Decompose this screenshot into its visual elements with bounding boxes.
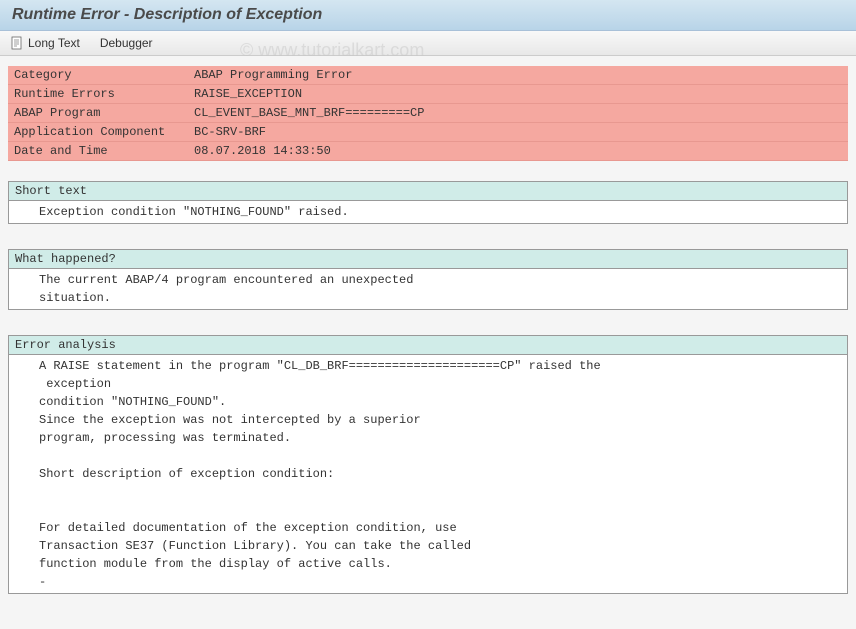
section-header: Short text	[9, 182, 847, 201]
section: What happened?The current ABAP/4 program…	[8, 249, 848, 310]
error-info-row: CategoryABAP Programming Error	[8, 66, 848, 85]
long-text-label: Long Text	[28, 36, 80, 50]
error-info-label: Date and Time	[8, 142, 188, 161]
error-info-row: Runtime ErrorsRAISE_EXCEPTION	[8, 85, 848, 104]
error-info-label: Runtime Errors	[8, 85, 188, 104]
error-info-value: BC-SRV-BRF	[188, 123, 848, 142]
section-body: A RAISE statement in the program "CL_DB_…	[9, 355, 847, 593]
content-area: CategoryABAP Programming ErrorRuntime Er…	[0, 56, 856, 629]
section-body: The current ABAP/4 program encountered a…	[9, 269, 847, 309]
page-title: Runtime Error - Description of Exception	[12, 6, 844, 24]
title-bar: Runtime Error - Description of Exception	[0, 0, 856, 31]
toolbar: Long Text Debugger	[0, 31, 856, 56]
section: Short textException condition "NOTHING_F…	[8, 181, 848, 224]
error-info-value: RAISE_EXCEPTION	[188, 85, 848, 104]
error-info-label: Application Component	[8, 123, 188, 142]
debugger-button[interactable]: Debugger	[100, 36, 153, 50]
error-info-label: ABAP Program	[8, 104, 188, 123]
error-info-value: ABAP Programming Error	[188, 66, 848, 85]
long-text-button[interactable]: Long Text	[10, 36, 80, 50]
error-info-label: Category	[8, 66, 188, 85]
error-info-value: CL_EVENT_BASE_MNT_BRF=========CP	[188, 104, 848, 123]
section-header: Error analysis	[9, 336, 847, 355]
error-info-table: CategoryABAP Programming ErrorRuntime Er…	[8, 66, 848, 161]
error-info-row: Date and Time08.07.2018 14:33:50	[8, 142, 848, 161]
error-info-row: ABAP ProgramCL_EVENT_BASE_MNT_BRF=======…	[8, 104, 848, 123]
debugger-label: Debugger	[100, 36, 153, 50]
section-header: What happened?	[9, 250, 847, 269]
error-info-value: 08.07.2018 14:33:50	[188, 142, 848, 161]
document-icon	[10, 36, 24, 50]
error-info-row: Application ComponentBC-SRV-BRF	[8, 123, 848, 142]
section-body: Exception condition "NOTHING_FOUND" rais…	[9, 201, 847, 223]
section: Error analysisA RAISE statement in the p…	[8, 335, 848, 594]
